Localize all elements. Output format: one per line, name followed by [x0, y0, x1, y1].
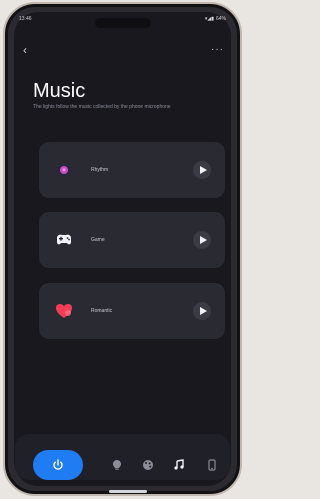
- phone-icon: [208, 459, 216, 471]
- mode-label: Romantic: [91, 308, 113, 314]
- music-icon: [174, 459, 184, 470]
- play-button[interactable]: [193, 231, 211, 249]
- palette-tab[interactable]: [140, 457, 156, 473]
- palette-icon: [143, 460, 153, 470]
- mode-card-romantic[interactable]: Romantic: [39, 283, 225, 339]
- top-bar: ‹ ···: [23, 42, 224, 58]
- play-button[interactable]: [193, 161, 211, 179]
- battery-text: 64%: [215, 16, 226, 22]
- more-options-button[interactable]: ···: [211, 45, 224, 55]
- light-bulb-tab[interactable]: [109, 457, 125, 473]
- mode-label: Rhythm: [91, 167, 109, 173]
- signal-icons: ▾◢▮: [204, 16, 214, 22]
- page-title: Music: [33, 80, 86, 102]
- heart-icon: [53, 300, 75, 322]
- status-right: ▾◢▮ 64%: [205, 16, 226, 22]
- mode-card-rhythm[interactable]: Rhythm: [39, 142, 225, 198]
- gamepad-icon: [53, 229, 75, 251]
- light-bulb-icon: [113, 460, 121, 470]
- status-bar: 13:46 ▾◢▮ 64%: [19, 14, 226, 24]
- rhythm-icon: [53, 159, 75, 181]
- power-icon: [53, 459, 63, 470]
- home-indicator[interactable]: [109, 490, 147, 493]
- play-button[interactable]: [193, 302, 211, 320]
- phone-tab[interactable]: [204, 457, 220, 473]
- music-tab[interactable]: [171, 457, 187, 473]
- power-button[interactable]: [33, 450, 83, 480]
- page-subtitle: The lights follow the music collected by…: [33, 104, 171, 110]
- phone-frame: 13:46 ▾◢▮ 64% ‹ ··· Music The lights fol…: [3, 2, 242, 496]
- back-button[interactable]: ‹: [23, 44, 27, 56]
- mode-card-game[interactable]: Game: [39, 212, 225, 268]
- status-time: 13:46: [19, 16, 32, 22]
- mode-label: Game: [91, 237, 105, 243]
